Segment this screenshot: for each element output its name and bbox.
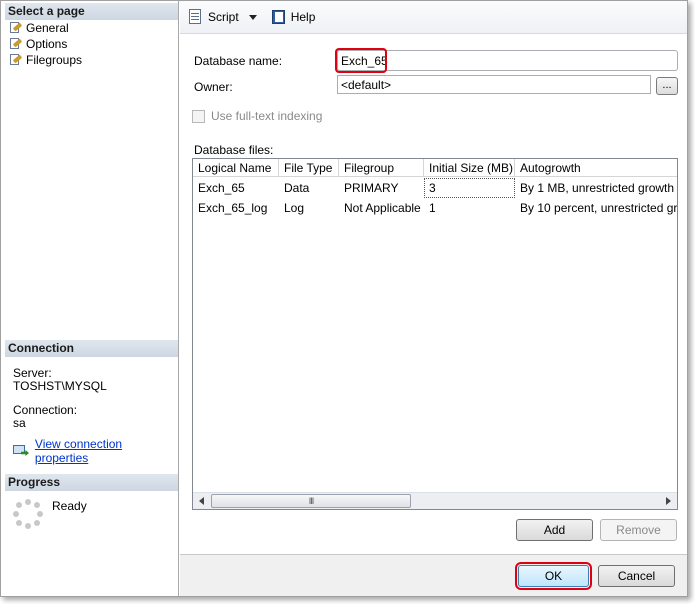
connection-properties-icon	[13, 444, 30, 458]
fulltext-indexing-label: Use full-text indexing	[211, 109, 323, 123]
script-label: Script	[208, 10, 239, 24]
scrollbar-thumb[interactable]: III	[211, 494, 411, 508]
server-label: Server:	[13, 366, 52, 380]
cell-initial-size[interactable]: 3	[424, 178, 515, 198]
cell-filegroup[interactable]: Not Applicable	[339, 198, 424, 218]
view-connection-properties-link[interactable]: View connection properties	[35, 437, 178, 465]
connection-label: Connection:	[13, 403, 78, 417]
view-connection-properties[interactable]: View connection properties	[13, 437, 178, 465]
select-page-header: Select a page	[5, 3, 178, 20]
page-settings-icon	[9, 22, 23, 34]
cell-logical-name[interactable]: Exch_65	[193, 178, 279, 198]
progress-spinner-icon	[13, 499, 43, 529]
general-page-form: Database name: Owner: ... Use full-text …	[180, 34, 687, 554]
page-settings-icon	[9, 38, 23, 50]
connection-value: sa	[13, 416, 26, 430]
table-row[interactable]: Exch_65 Data PRIMARY 3 By 1 MB, unrestri…	[193, 178, 677, 198]
help-button[interactable]: Help	[269, 7, 318, 27]
owner-input[interactable]	[337, 75, 651, 94]
scroll-right-icon[interactable]	[666, 497, 671, 505]
column-header-autogrowth[interactable]: Autogrowth	[515, 159, 677, 177]
cell-autogrowth[interactable]: By 1 MB, unrestricted growth	[515, 178, 677, 198]
ok-button[interactable]: OK	[515, 562, 592, 590]
right-panel: Script Help Database name: Owner: ... Us…	[180, 1, 687, 596]
grid-header: Logical Name File Type Filegroup Initial…	[193, 159, 677, 177]
dialog-footer: OK Cancel	[180, 554, 687, 596]
chevron-down-icon[interactable]	[248, 14, 257, 20]
owner-label: Owner:	[194, 80, 233, 94]
fulltext-indexing-option[interactable]: Use full-text indexing	[192, 109, 322, 123]
table-row[interactable]: Exch_65_log Log Not Applicable 1 By 10 p…	[193, 198, 677, 218]
database-name-label: Database name:	[194, 54, 283, 68]
script-icon	[188, 9, 204, 25]
new-database-dialog: Select a page General Options Filegroups…	[0, 0, 688, 597]
page-item-label: Options	[26, 37, 68, 51]
page-settings-icon	[9, 54, 23, 66]
database-files-grid[interactable]: Logical Name File Type Filegroup Initial…	[192, 158, 678, 510]
server-value: TOSHST\MYSQL	[13, 379, 107, 393]
cell-filegroup[interactable]: PRIMARY	[339, 178, 424, 198]
column-header-file-type[interactable]: File Type	[279, 159, 339, 177]
column-header-initial-size[interactable]: Initial Size (MB)	[424, 159, 515, 177]
horizontal-scrollbar[interactable]: III	[193, 492, 677, 509]
help-book-icon	[271, 9, 287, 25]
script-button[interactable]: Script	[186, 7, 263, 27]
column-header-logical-name[interactable]: Logical Name	[193, 159, 279, 177]
help-label: Help	[290, 10, 316, 24]
page-item-filegroups[interactable]: Filegroups	[9, 52, 82, 68]
database-name-input[interactable]	[337, 50, 678, 71]
page-item-label: Filegroups	[26, 53, 83, 67]
left-panel: Select a page General Options Filegroups…	[1, 1, 179, 596]
connection-header: Connection	[5, 340, 178, 357]
toolbar: Script Help	[180, 1, 687, 34]
remove-button[interactable]: Remove	[600, 519, 677, 541]
page-item-options[interactable]: Options	[9, 36, 67, 52]
cell-autogrowth[interactable]: By 10 percent, unrestricted growth	[515, 198, 677, 218]
database-name-highlight-frame	[335, 48, 387, 73]
database-files-label: Database files:	[194, 143, 274, 157]
cell-initial-size[interactable]: 1	[424, 198, 515, 218]
progress-status: Ready	[52, 499, 87, 513]
progress-header: Progress	[5, 474, 178, 491]
cell-logical-name[interactable]: Exch_65_log	[193, 198, 279, 218]
fulltext-indexing-checkbox[interactable]	[192, 109, 205, 123]
page-item-label: General	[26, 21, 69, 35]
cancel-button[interactable]: Cancel	[598, 565, 675, 587]
page-item-general[interactable]: General	[9, 20, 69, 36]
cell-file-type[interactable]: Log	[279, 198, 339, 218]
cell-file-type[interactable]: Data	[279, 178, 339, 198]
scroll-left-icon[interactable]	[199, 497, 204, 505]
owner-browse-button[interactable]: ...	[656, 77, 678, 95]
column-header-filegroup[interactable]: Filegroup	[339, 159, 424, 177]
add-button[interactable]: Add	[516, 519, 593, 541]
